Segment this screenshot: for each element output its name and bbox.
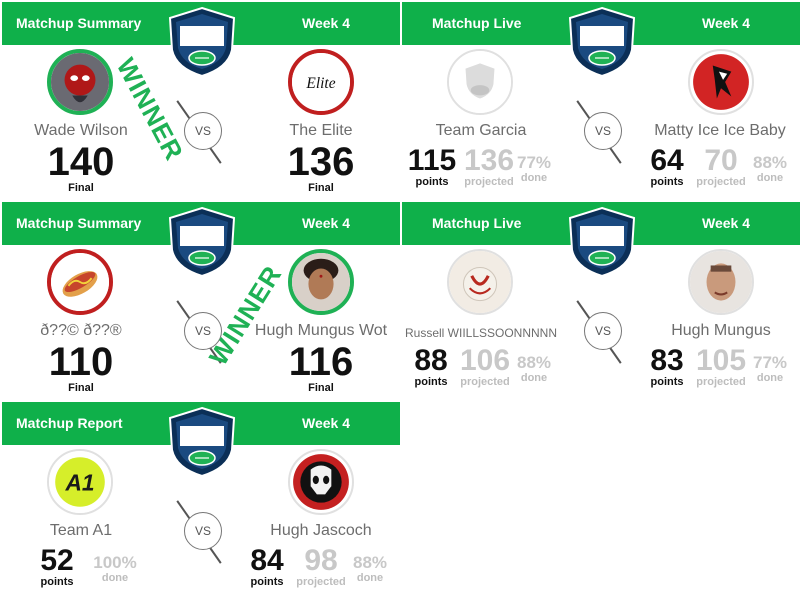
- a1-logo[interactable]: A1: [47, 449, 113, 515]
- right-team-name: Hugh Mungus: [671, 322, 771, 339]
- left-caption: Final: [68, 382, 94, 394]
- left-projected: 106 projected: [459, 344, 511, 388]
- card-title: Matchup Report: [16, 415, 123, 431]
- vs-badge: VS: [584, 112, 622, 150]
- left-caption: Final: [68, 182, 94, 194]
- matchup-card-1[interactable]: Matchup Summary Week 4 Wade Wilson 140 F…: [2, 2, 400, 200]
- card-title: Matchup Live: [432, 15, 522, 31]
- right-points: 83 points: [650, 344, 684, 388]
- stormtrooper-avatar[interactable]: [288, 449, 354, 515]
- left-team-name: Russell WIILLSSOONNNNN: [404, 326, 558, 340]
- week-label: Week 4: [702, 15, 750, 31]
- week-label: Week 4: [702, 215, 750, 231]
- vs-badge: VS: [184, 112, 222, 150]
- left-done: 77% done: [516, 153, 552, 184]
- matchup-card-5[interactable]: Matchup Report Week 4 A1 Team A1 52 poin…: [2, 402, 400, 600]
- right-caption: Final: [308, 382, 334, 394]
- right-score: 116: [288, 340, 354, 384]
- hotdog-avatar[interactable]: [47, 249, 113, 315]
- right-done: 77% done: [752, 353, 788, 384]
- fantasy-football-logo: [166, 406, 238, 478]
- left-score: 110: [48, 340, 114, 384]
- falcon-logo[interactable]: [688, 49, 754, 115]
- right-team-name: The Elite: [289, 122, 353, 139]
- elite-script-logo[interactable]: Elite: [288, 49, 354, 115]
- right-done: 88% done: [352, 553, 388, 584]
- matchup-card-2[interactable]: Matchup Live Week 4 Team Garcia 115 poin…: [402, 2, 800, 200]
- left-points: 88 points: [414, 344, 448, 388]
- left-team-name: Team Garcia: [435, 122, 527, 139]
- volleyball-face-avatar[interactable]: [447, 249, 513, 315]
- fantasy-football-logo: [566, 206, 638, 278]
- right-caption: Final: [308, 182, 334, 194]
- left-done: 100% done: [93, 553, 137, 584]
- right-team-name: Hugh Jascoch: [270, 522, 372, 539]
- right-team-name: Hugh Mungus Wot: [254, 322, 388, 339]
- right-score: 136: [287, 140, 355, 184]
- card-title: Matchup Live: [432, 215, 522, 231]
- right-team-name: Matty Ice Ice Baby: [654, 122, 786, 139]
- week-label: Week 4: [302, 15, 350, 31]
- right-projected: 105 projected: [695, 344, 747, 388]
- right-points: 64 points: [650, 144, 684, 188]
- left-done: 88% done: [516, 353, 552, 384]
- matchup-card-3[interactable]: Matchup Summary Week 4 ð??© ð??® 110 Fin…: [2, 202, 400, 400]
- left-team-name: ð??© ð??®: [40, 322, 122, 339]
- matchup-card-4[interactable]: Matchup Live Week 4 Russell WIILLSSOONNN…: [402, 202, 800, 400]
- right-done: 88% done: [752, 153, 788, 184]
- right-projected: 98 projected: [296, 544, 346, 588]
- week-label: Week 4: [302, 215, 350, 231]
- elite-logo-text: Elite: [305, 75, 335, 92]
- left-projected: 136 projected: [463, 144, 515, 188]
- right-points: 84 points: [250, 544, 284, 588]
- fantasy-football-logo: [166, 206, 238, 278]
- fantasy-football-logo: [166, 6, 238, 78]
- vs-badge: VS: [184, 512, 222, 550]
- card-title: Matchup Summary: [16, 15, 142, 31]
- left-score: 140: [47, 140, 115, 184]
- card-title: Matchup Summary: [16, 215, 142, 231]
- default-football-icon[interactable]: [447, 49, 513, 115]
- left-points: 52 points: [40, 544, 74, 588]
- masked-hero-avatar[interactable]: [47, 49, 113, 115]
- vs-badge: VS: [584, 312, 622, 350]
- right-projected: 70 projected: [696, 144, 746, 188]
- man-avatar[interactable]: [688, 249, 754, 315]
- left-team-name: Team A1: [49, 522, 113, 539]
- a1-logo-text: A1: [64, 469, 94, 495]
- fantasy-football-logo: [566, 6, 638, 78]
- week-label: Week 4: [302, 415, 350, 431]
- left-points: 115 points: [407, 144, 457, 188]
- woman-avatar[interactable]: [288, 249, 354, 315]
